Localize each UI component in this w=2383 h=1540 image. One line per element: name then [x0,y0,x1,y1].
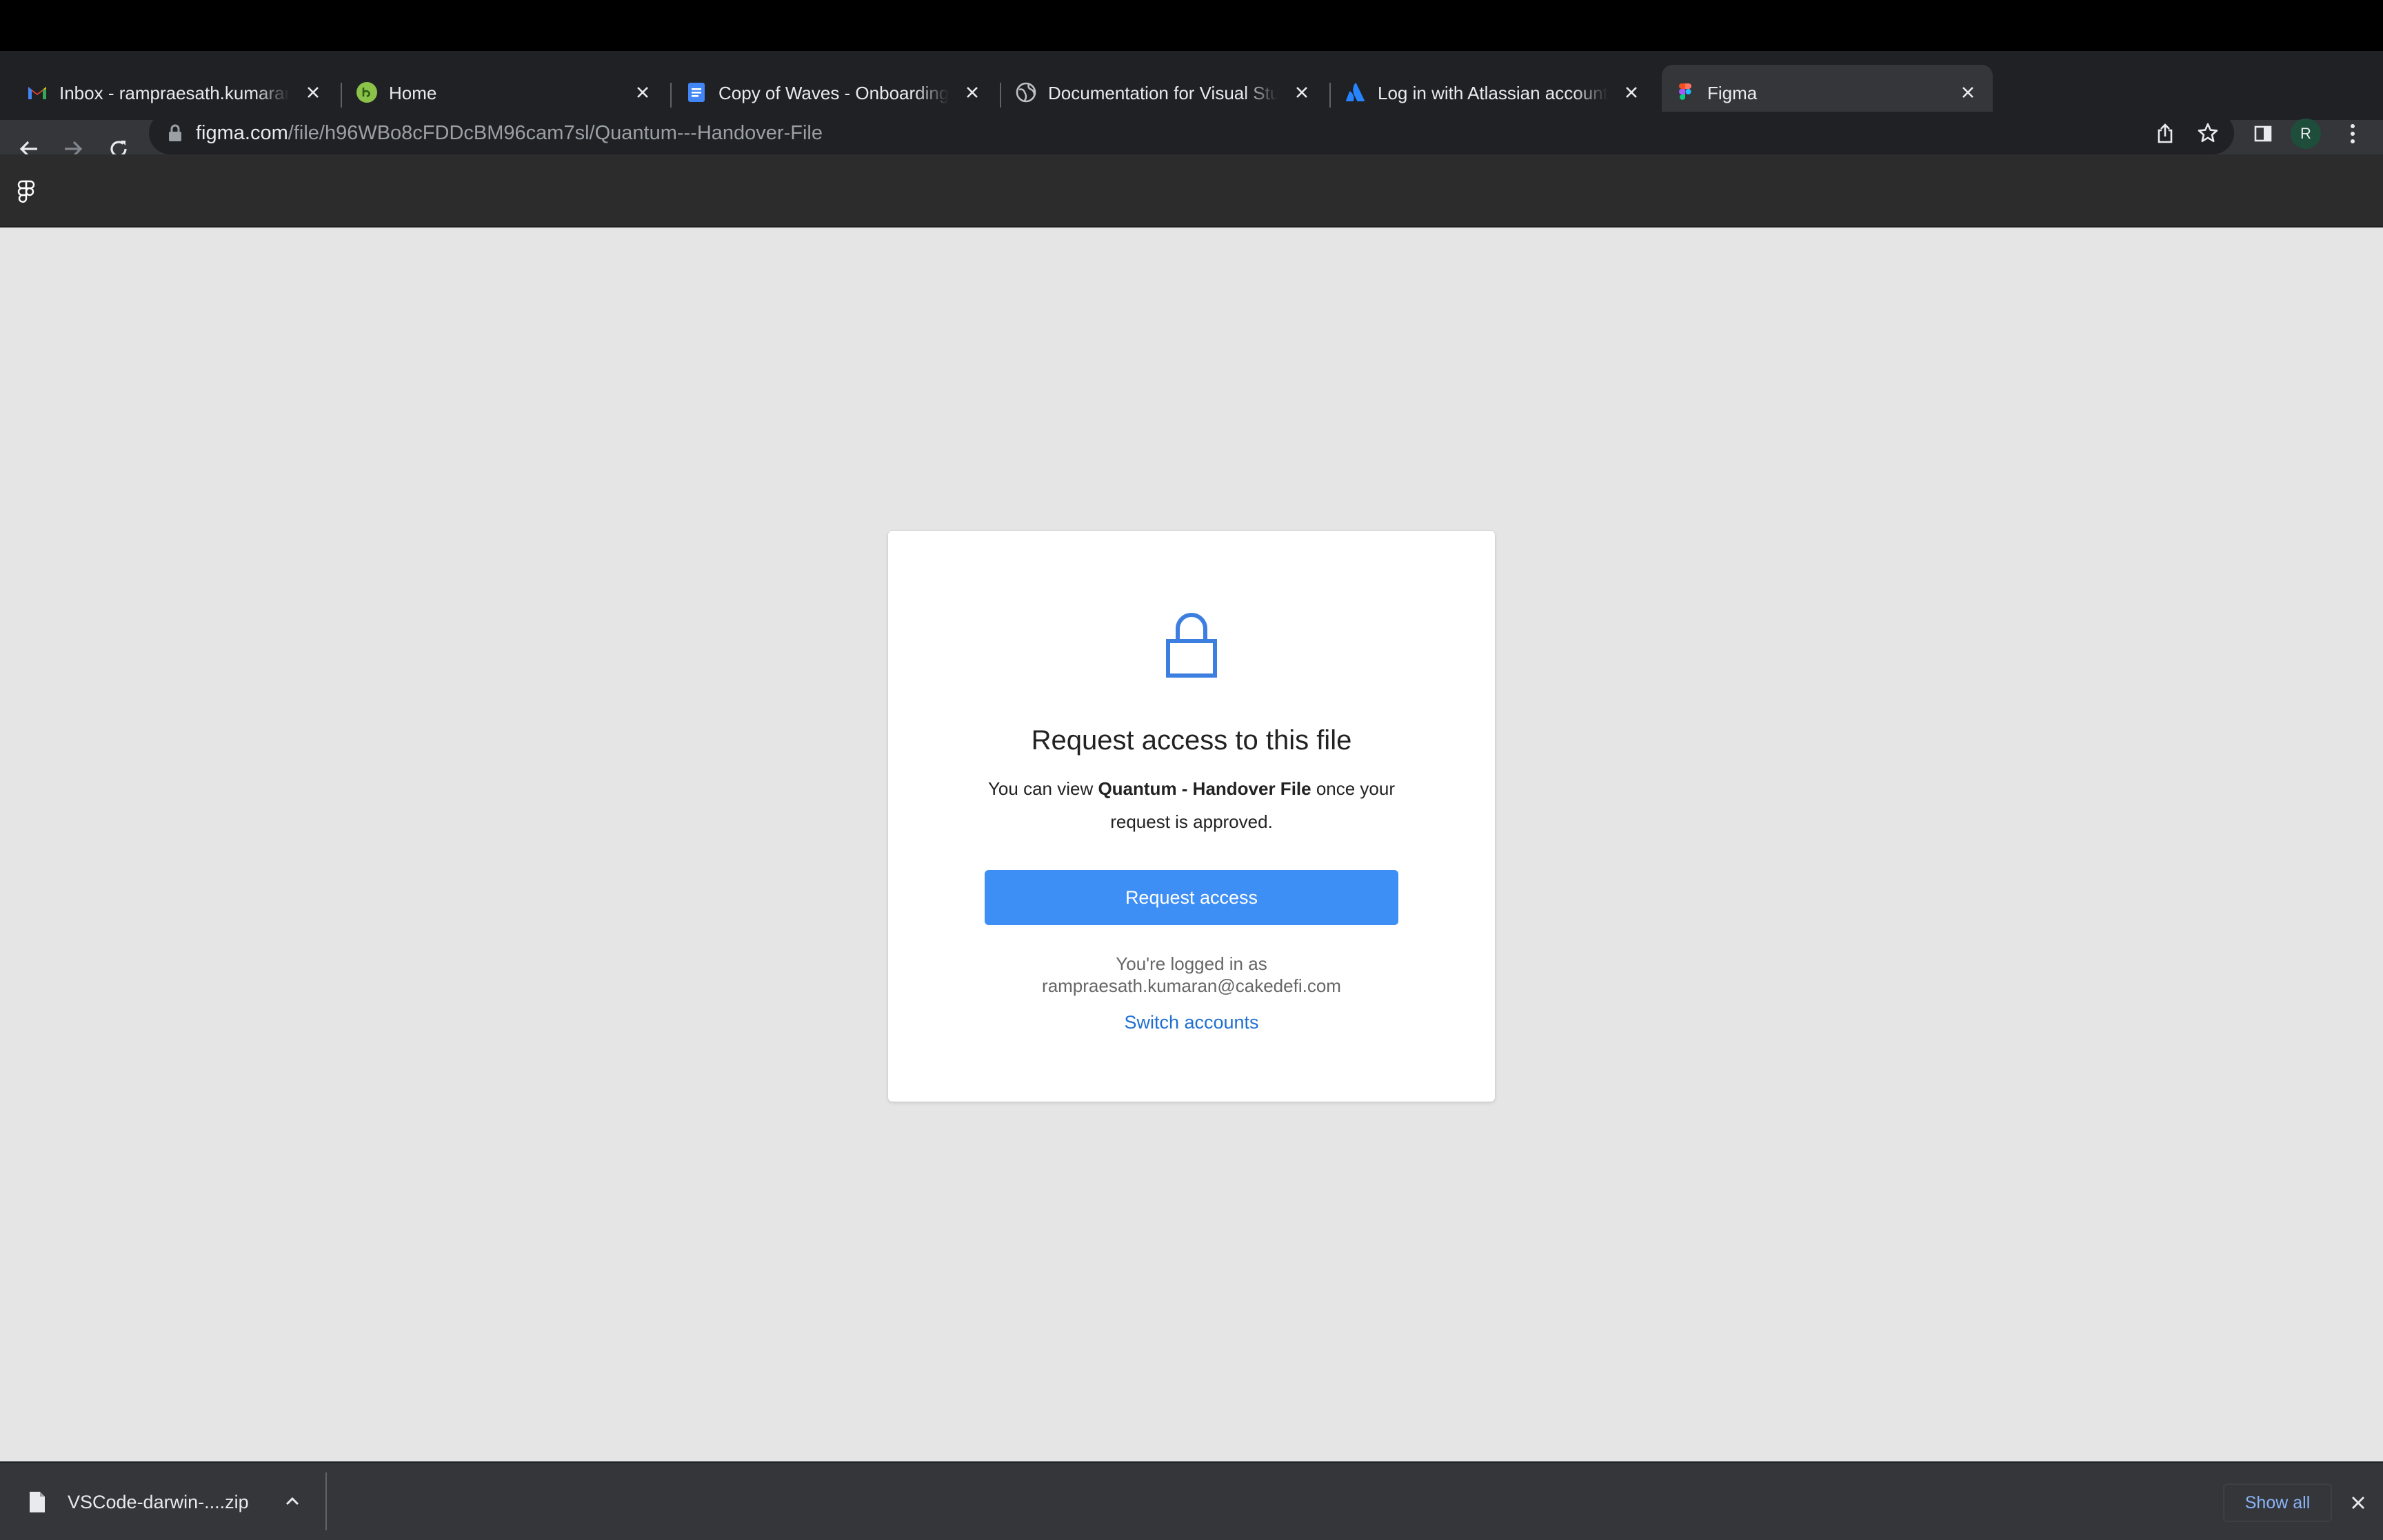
tab-separator [1000,83,1001,108]
bookmark-button[interactable] [2194,119,2222,147]
tab-title: Inbox - rampraesath.kumaran@ [59,83,290,103]
google-docs-icon [688,83,705,102]
download-file-name[interactable]: VSCode-darwin-....zip [68,1490,249,1514]
more-vertical-icon [2351,124,2355,143]
tab-strip: Inbox - rampraesath.kumaran@ Home Copy o… [0,51,2383,143]
tab-title: Log in with Atlassian account [1378,83,1608,103]
file-name: Quantum - Handover File [1098,778,1311,799]
tab-title: Figma [1707,83,1758,103]
logged-in-info: You're logged in as rampraesath.kumaran@… [888,953,1495,997]
file-icon [30,1492,45,1512]
close-tab-icon[interactable] [630,80,655,105]
side-panel-button[interactable] [2248,119,2278,149]
url-path: /file/h96WBo8cFDDcBM96cam7sl/Quantum---H… [288,122,823,144]
close-download-bar-button[interactable] [2344,1489,2372,1517]
address-bar[interactable]: figma.com/file/h96WBo8cFDDcBM96cam7sl/Qu… [149,112,2234,154]
desc-prefix: You can view [987,778,1098,799]
download-separator [325,1472,327,1530]
request-access-button[interactable]: Request access [985,870,1398,925]
request-access-dialog: Request access to this file You can view… [888,531,1495,1102]
download-options-button[interactable] [280,1489,305,1514]
url-host: figma.com [196,122,288,144]
browser-menu-button[interactable] [2337,119,2368,149]
url-text: figma.com/file/h96WBo8cFDDcBM96cam7sl/Qu… [196,121,823,145]
close-tab-icon[interactable] [1289,80,1314,105]
tab-title: Home [389,83,437,103]
figma-header [0,154,2383,227]
logged-in-email: rampraesath.kumaran@cakedefi.com [1042,975,1341,996]
tab-separator [670,83,672,108]
close-tab-icon[interactable] [301,80,325,105]
tab-separator [341,83,342,108]
globe-icon [1016,82,1036,103]
profile-avatar[interactable]: R [2291,119,2321,149]
tab-title: Documentation for Visual Studi [1048,83,1278,103]
padlock-icon [1166,613,1217,678]
figma-logo-icon[interactable] [15,179,37,207]
green-app-icon [356,82,377,103]
dialog-title: Request access to this file [1031,725,1352,756]
tab-separator [1329,83,1331,108]
system-top-bar [0,0,2383,51]
figma-icon [1679,83,1691,100]
logged-in-label: You're logged in as [1116,953,1267,974]
download-bar: VSCode-darwin-....zip Show all [0,1461,2383,1540]
switch-accounts-link[interactable]: Switch accounts [888,1011,1495,1034]
close-tab-icon[interactable] [1619,80,1644,105]
tab-title: Copy of Waves - Onboarding D [718,83,949,103]
close-tab-icon[interactable] [960,80,985,105]
atlassian-icon [1346,83,1365,101]
dialog-description: You can view Quantum - Handover File onc… [964,772,1419,838]
close-tab-icon[interactable] [1955,80,1980,105]
lock-icon [169,124,181,141]
side-panel-icon [2254,125,2272,142]
close-icon [2352,1497,2364,1509]
gmail-icon [28,87,46,99]
share-button[interactable] [2151,119,2179,147]
show-all-downloads-button[interactable]: Show all [2223,1483,2332,1522]
chevron-up-icon [285,1497,299,1506]
star-icon [2198,123,2218,143]
share-icon [2158,123,2173,143]
